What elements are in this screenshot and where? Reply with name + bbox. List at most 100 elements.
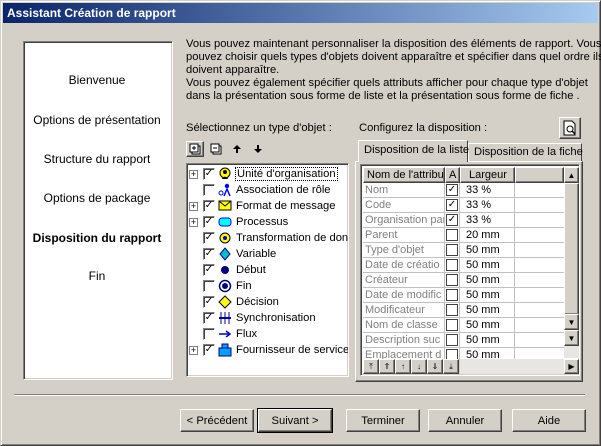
move-up-button[interactable] bbox=[228, 141, 246, 157]
tree-checkbox[interactable]: ✓ bbox=[203, 232, 215, 244]
visible-checkbox[interactable] bbox=[446, 289, 458, 301]
attribute-name-cell[interactable]: Nom bbox=[363, 183, 445, 198]
visible-checkbox[interactable] bbox=[446, 304, 458, 316]
width-cell[interactable]: 50 mm bbox=[460, 333, 515, 348]
tree-checkbox[interactable]: ✓ bbox=[203, 248, 215, 260]
tree-item-role-association[interactable]: Association de rôle bbox=[189, 182, 348, 198]
tree-checkbox[interactable]: ✓ bbox=[203, 296, 215, 308]
scroll-down-button[interactable]: ▼ bbox=[564, 314, 579, 330]
scroll-up-button[interactable]: ▲ bbox=[564, 167, 579, 183]
back-button[interactable]: < Précédent bbox=[180, 409, 254, 432]
attribute-name-cell[interactable]: Parent bbox=[363, 228, 445, 243]
table-row[interactable]: Nom de classe 50 mm bbox=[363, 318, 564, 333]
attribute-name-cell[interactable]: Type d'objet bbox=[363, 243, 445, 258]
width-cell[interactable]: 33 % bbox=[460, 183, 515, 198]
scroll-down-button-2[interactable]: ▼ bbox=[564, 330, 579, 346]
tree-item-flow[interactable]: Flux bbox=[189, 326, 348, 342]
attribute-name-cell[interactable]: Organisation par bbox=[363, 213, 445, 228]
grid-vertical-scrollbar[interactable]: ▲ ▼ ▼ bbox=[564, 167, 579, 358]
tree-item-synchronisation[interactable]: ✓ Synchronisation bbox=[189, 310, 348, 326]
width-cell[interactable]: 33 % bbox=[460, 198, 515, 213]
move-top-button[interactable]: ⤒ bbox=[363, 359, 379, 374]
attribute-name-cell[interactable]: Description suc bbox=[363, 333, 445, 348]
collapse-all-button[interactable] bbox=[207, 141, 225, 157]
attribute-name-cell[interactable]: Code bbox=[363, 198, 445, 213]
tree-item-process[interactable]: + ✓ Processus bbox=[189, 214, 348, 230]
expand-toggle[interactable]: + bbox=[189, 169, 198, 179]
object-type-tree[interactable]: + ✓ Unité d'organisation Association de … bbox=[186, 163, 349, 377]
column-header-visible[interactable]: A bbox=[445, 167, 460, 183]
width-cell[interactable]: 50 mm bbox=[460, 288, 515, 303]
column-header-width[interactable]: Largeur bbox=[460, 167, 515, 183]
width-cell[interactable]: 50 mm bbox=[460, 318, 515, 333]
tree-item-data-transformation[interactable]: ✓ Transformation de don bbox=[189, 230, 348, 246]
width-cell[interactable]: 20 mm bbox=[460, 228, 515, 243]
tree-item-message-format[interactable]: + ✓ Format de message bbox=[189, 198, 348, 214]
tree-item-end[interactable]: Fin bbox=[189, 278, 348, 294]
table-row[interactable]: Date de créatio 50 mm bbox=[363, 258, 564, 273]
column-header-attribute-name[interactable]: Nom de l'attribut bbox=[363, 167, 445, 183]
tab-card-layout[interactable]: Disposition de la fiche bbox=[468, 143, 583, 161]
preview-button[interactable] bbox=[559, 117, 581, 139]
attribute-name-cell[interactable]: Date de créatio bbox=[363, 258, 445, 273]
scroll-right-button[interactable]: ▶ bbox=[564, 359, 579, 374]
tree-checkbox[interactable] bbox=[203, 184, 215, 196]
table-row[interactable]: Type d'objet 50 mm bbox=[363, 243, 564, 258]
move-bottom-button[interactable]: ⤓ bbox=[443, 359, 459, 374]
table-row[interactable]: Description suc 50 mm bbox=[363, 333, 564, 348]
scroll-thumb[interactable] bbox=[564, 183, 579, 315]
cancel-button[interactable]: Annuler bbox=[428, 409, 502, 432]
visible-checkbox[interactable] bbox=[446, 334, 458, 346]
width-cell[interactable]: 50 mm bbox=[460, 273, 515, 288]
move-down-fast-button[interactable]: ⇓ bbox=[427, 359, 443, 374]
tree-checkbox[interactable] bbox=[203, 328, 215, 340]
tree-checkbox[interactable]: ✓ bbox=[203, 344, 215, 356]
expand-all-button[interactable] bbox=[186, 141, 204, 157]
visible-checkbox[interactable] bbox=[446, 244, 458, 256]
expand-toggle[interactable]: + bbox=[189, 201, 198, 211]
width-cell[interactable]: 50 mm bbox=[460, 258, 515, 273]
table-row[interactable]: Modificateur 50 mm bbox=[363, 303, 564, 318]
visible-checkbox[interactable] bbox=[446, 229, 458, 241]
expand-toggle[interactable]: + bbox=[189, 345, 198, 355]
row-up-button[interactable]: ↑ bbox=[395, 359, 411, 374]
attribute-name-cell[interactable]: Date de modific bbox=[363, 288, 445, 303]
finish-button[interactable]: Terminer bbox=[346, 409, 420, 432]
width-cell[interactable]: 50 mm bbox=[460, 303, 515, 318]
visible-checkbox[interactable] bbox=[446, 259, 458, 271]
tree-checkbox[interactable]: ✓ bbox=[203, 200, 215, 212]
tree-item-org-unit[interactable]: + ✓ Unité d'organisation bbox=[189, 166, 348, 182]
tree-checkbox[interactable]: ✓ bbox=[203, 312, 215, 324]
table-row[interactable]: Parent 20 mm bbox=[363, 228, 564, 243]
tree-checkbox[interactable] bbox=[203, 280, 215, 292]
tab-list-layout[interactable]: Disposition de la liste bbox=[358, 140, 469, 162]
tree-item-start[interactable]: ✓ Début bbox=[189, 262, 348, 278]
next-button[interactable]: Suivant > bbox=[257, 408, 333, 433]
width-cell[interactable]: 50 mm bbox=[460, 243, 515, 258]
attribute-name-cell[interactable]: Nom de classe bbox=[363, 318, 445, 333]
table-row[interactable]: Date de modific 50 mm bbox=[363, 288, 564, 303]
table-row[interactable]: Nom ✓ 33 % bbox=[363, 183, 564, 198]
table-row[interactable]: Code ✓ 33 % bbox=[363, 198, 564, 213]
visible-checkbox[interactable] bbox=[446, 319, 458, 331]
attribute-name-cell[interactable]: Créateur bbox=[363, 273, 445, 288]
tree-checkbox[interactable]: ✓ bbox=[203, 216, 215, 228]
row-down-button[interactable]: ↓ bbox=[411, 359, 427, 374]
move-down-button[interactable] bbox=[249, 141, 267, 157]
visible-checkbox[interactable] bbox=[446, 274, 458, 286]
tree-checkbox[interactable]: ✓ bbox=[203, 264, 215, 276]
visible-checkbox[interactable]: ✓ bbox=[446, 214, 458, 226]
attribute-grid[interactable]: Nom de l'attribut A Largeur Nom ✓ 33 % Code… bbox=[360, 164, 580, 376]
tree-item-service-provider[interactable]: + ✓ Fournisseur de service bbox=[189, 342, 348, 358]
help-button[interactable]: Aide bbox=[512, 409, 586, 432]
table-row[interactable]: Organisation par ✓ 33 % bbox=[363, 213, 564, 228]
width-cell[interactable]: 33 % bbox=[460, 213, 515, 228]
grid-horizontal-scrollbar[interactable] bbox=[460, 359, 564, 374]
tree-item-decision[interactable]: ✓ Décision bbox=[189, 294, 348, 310]
tree-checkbox[interactable]: ✓ bbox=[203, 168, 215, 180]
tree-item-variable[interactable]: ✓ Variable bbox=[189, 246, 348, 262]
expand-toggle[interactable]: + bbox=[189, 217, 198, 227]
visible-checkbox[interactable]: ✓ bbox=[446, 184, 458, 196]
visible-checkbox[interactable]: ✓ bbox=[446, 199, 458, 211]
attribute-name-cell[interactable]: Modificateur bbox=[363, 303, 445, 318]
